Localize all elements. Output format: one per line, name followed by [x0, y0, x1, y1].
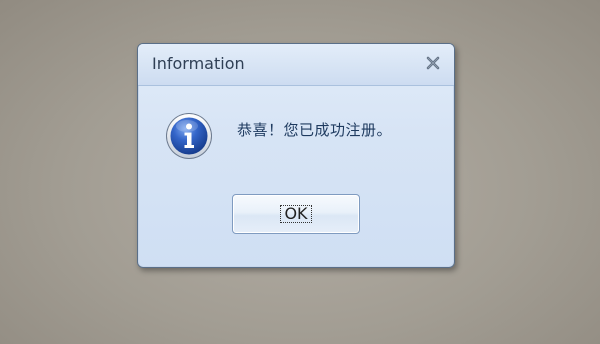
dialog-content: 恭喜！您已成功注册。 OK: [138, 86, 454, 267]
dialog-titlebar[interactable]: Information: [138, 44, 454, 86]
dialog-title: Information: [152, 54, 245, 73]
information-icon: [165, 112, 213, 160]
ok-button[interactable]: OK: [232, 194, 360, 234]
information-dialog: Information 恭喜！您已成功注册。 OK: [137, 43, 455, 268]
close-button[interactable]: [422, 52, 444, 74]
dialog-message: 恭喜！您已成功注册。: [237, 121, 393, 139]
close-icon: [426, 56, 440, 70]
ok-button-label: OK: [284, 204, 308, 223]
